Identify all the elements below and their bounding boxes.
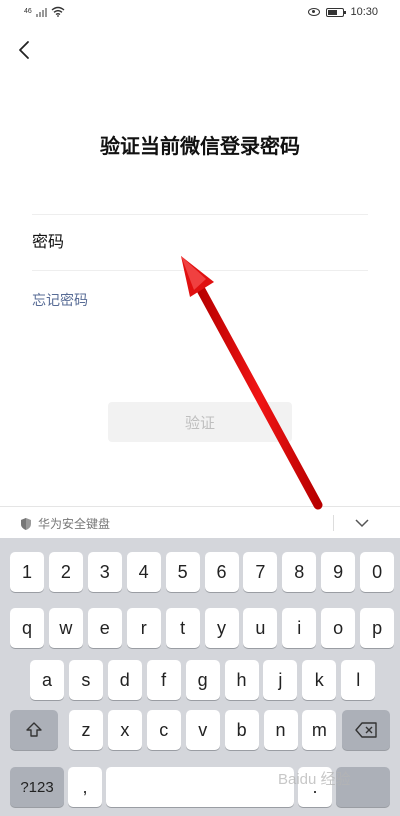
- key-m[interactable]: m: [302, 710, 337, 750]
- keyboard-title: 华为安全键盘: [20, 515, 110, 532]
- key-u[interactable]: u: [243, 608, 278, 648]
- key-h[interactable]: h: [224, 660, 259, 700]
- key-s[interactable]: s: [68, 660, 103, 700]
- key-1[interactable]: 1: [10, 552, 44, 592]
- key-b[interactable]: b: [224, 710, 259, 750]
- page-title: 验证当前微信登录密码: [100, 136, 300, 158]
- wifi-icon: [51, 6, 65, 17]
- password-input[interactable]: [32, 216, 368, 270]
- eye-icon: [308, 8, 321, 16]
- comma-key[interactable]: ,: [68, 767, 102, 807]
- key-x[interactable]: x: [107, 710, 142, 750]
- key-v[interactable]: v: [185, 710, 220, 750]
- verify-button[interactable]: 验证: [108, 402, 292, 442]
- key-4[interactable]: 4: [126, 552, 161, 592]
- key-2[interactable]: 2: [48, 552, 83, 592]
- key-q[interactable]: q: [10, 608, 44, 648]
- divider-top: [32, 214, 368, 215]
- backspace-icon: [355, 722, 377, 738]
- keyboard-collapse-button[interactable]: [352, 513, 372, 533]
- key-9[interactable]: 9: [321, 552, 356, 592]
- key-l[interactable]: l: [341, 660, 376, 700]
- key-n[interactable]: n: [263, 710, 298, 750]
- watermark: Baidu 经验: [278, 771, 351, 788]
- keyboard-title-label: 华为安全键盘: [38, 517, 111, 531]
- status-left: 46: [24, 6, 65, 17]
- key-g[interactable]: g: [185, 660, 220, 700]
- key-3[interactable]: 3: [87, 552, 122, 592]
- key-d[interactable]: d: [107, 660, 142, 700]
- shift-key[interactable]: [10, 710, 58, 750]
- key-k[interactable]: k: [302, 660, 337, 700]
- key-f[interactable]: f: [146, 660, 181, 700]
- chevron-down-icon: [355, 518, 369, 527]
- key-e[interactable]: e: [87, 608, 122, 648]
- status-bar: 46 10:30: [0, 0, 400, 28]
- key-i[interactable]: i: [282, 608, 317, 648]
- key-r[interactable]: r: [126, 608, 161, 648]
- space-key[interactable]: [106, 767, 294, 807]
- key-5[interactable]: 5: [165, 552, 200, 592]
- key-p[interactable]: p: [360, 608, 395, 648]
- divider-bottom: [32, 270, 368, 271]
- key-6[interactable]: 6: [204, 552, 239, 592]
- forgot-password-link[interactable]: 忘记密码: [32, 290, 88, 310]
- key-a[interactable]: a: [30, 660, 64, 700]
- battery-icon: [326, 7, 347, 17]
- key-o[interactable]: o: [321, 608, 356, 648]
- key-c[interactable]: c: [146, 710, 181, 750]
- signal-icon: [35, 7, 47, 17]
- key-8[interactable]: 8: [282, 552, 317, 592]
- key-0[interactable]: 0: [360, 552, 395, 592]
- key-z[interactable]: z: [69, 710, 103, 750]
- back-button[interactable]: [10, 36, 38, 64]
- key-7[interactable]: 7: [243, 552, 278, 592]
- key-w[interactable]: w: [48, 608, 83, 648]
- keyboard-header: 华为安全键盘: [0, 506, 400, 538]
- shift-icon: [26, 722, 42, 737]
- key-j[interactable]: j: [263, 660, 298, 700]
- chevron-left-icon: [19, 41, 29, 59]
- clock: 10:30: [350, 6, 378, 18]
- keyboard-header-separator: [333, 515, 334, 531]
- status-right: 10:30: [308, 6, 378, 18]
- key-y[interactable]: y: [204, 608, 239, 648]
- shield-icon: [21, 517, 31, 530]
- key-t[interactable]: t: [165, 608, 200, 648]
- network-type-label: 46: [24, 8, 32, 15]
- backspace-key[interactable]: [342, 710, 390, 750]
- symbols-key[interactable]: ?123: [10, 767, 64, 807]
